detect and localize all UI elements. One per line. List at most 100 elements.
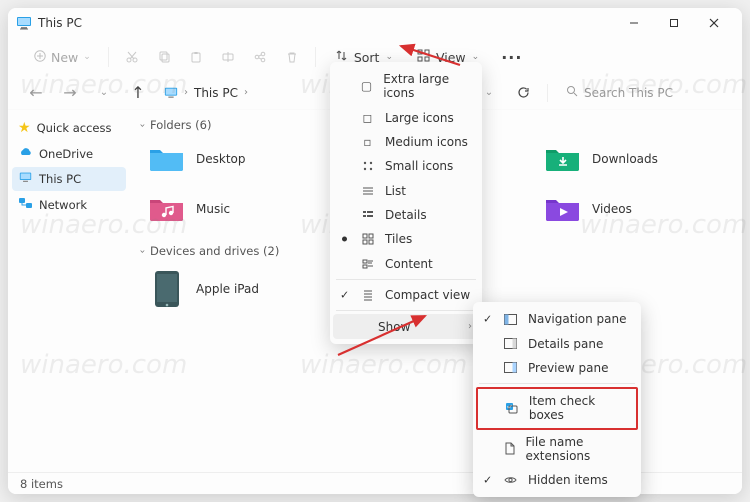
pane-icon	[503, 338, 518, 349]
folder-tile-music[interactable]: Music	[142, 188, 332, 230]
drive-tile-ipad[interactable]: Apple iPad	[142, 264, 342, 314]
check-icon: ✓	[483, 313, 492, 326]
search-input[interactable]: Search This PC	[558, 80, 728, 106]
menu-item-label: Details	[385, 208, 427, 222]
nav-forward-button[interactable]: →	[56, 80, 84, 106]
plus-icon	[34, 50, 46, 65]
paste-button[interactable]	[184, 45, 208, 69]
folder-icon	[544, 192, 582, 226]
refresh-button[interactable]	[509, 80, 537, 106]
titlebar: This PC	[8, 8, 742, 38]
maximize-button[interactable]	[654, 9, 694, 37]
folder-label: Videos	[592, 202, 632, 216]
folder-tile-desktop[interactable]: Desktop	[142, 138, 332, 180]
chevron-down-icon: ⌄	[472, 52, 480, 62]
sidebar-item-network[interactable]: Network	[12, 193, 126, 217]
menu-separator	[479, 383, 635, 384]
menu-item-label: Large icons	[385, 111, 454, 125]
menu-item-label: Details pane	[528, 337, 603, 351]
folder-label: Desktop	[196, 152, 246, 166]
menu-item-label: Hidden items	[528, 473, 608, 487]
menu-item-compact-view[interactable]: ✓ Compact view	[330, 283, 482, 307]
menu-item-navigation-pane[interactable]: ✓Navigation pane	[473, 307, 641, 331]
sidebar: ★ Quick access OneDrive This PC Network	[8, 110, 130, 472]
menu-item-label: File name extensions	[526, 435, 631, 463]
menu-item-label: Item check boxes	[529, 394, 626, 422]
menu-item-list[interactable]: List	[330, 179, 482, 203]
check-icon: ✓	[483, 474, 492, 487]
folder-tile-videos[interactable]: Videos	[538, 188, 728, 230]
close-button[interactable]	[694, 9, 734, 37]
chevron-right-icon: ›	[184, 87, 188, 98]
check-icon: ✓	[340, 289, 349, 302]
menu-item-label: Medium icons	[385, 135, 468, 149]
sidebar-item-this-pc[interactable]: This PC	[12, 167, 126, 191]
menu-item-medium-icons[interactable]: ▫ Medium icons	[330, 130, 482, 154]
menu-item-preview-pane[interactable]: Preview pane	[473, 356, 641, 380]
pane-icon	[503, 362, 518, 373]
folder-icon	[148, 142, 186, 176]
menu-item-label: Show	[378, 320, 410, 334]
menu-item-extra-large-icons[interactable]: ▢Extra large icons	[330, 67, 482, 105]
this-pc-icon	[18, 171, 33, 187]
chevron-down-icon: ›	[137, 249, 148, 253]
menu-item-label: List	[385, 184, 406, 198]
share-button[interactable]	[248, 45, 272, 69]
bullet-icon	[342, 237, 347, 242]
menu-item-large-icons[interactable]: ◻ Large icons	[330, 105, 482, 129]
more-button[interactable]: ···	[493, 43, 530, 72]
menu-item-details[interactable]: Details	[330, 203, 482, 227]
minimize-button[interactable]	[614, 9, 654, 37]
sidebar-item-label: Network	[39, 198, 87, 212]
copy-button[interactable]	[152, 45, 176, 69]
compact-icon	[360, 289, 375, 301]
menu-item-content[interactable]: Content	[330, 252, 482, 276]
delete-button[interactable]	[280, 45, 304, 69]
folder-tile-downloads[interactable]: Downloads	[538, 138, 728, 180]
separator	[108, 47, 109, 67]
rename-button[interactable]	[216, 45, 240, 69]
menu-item-label: Compact view	[385, 288, 470, 302]
menu-item-item-check-boxes[interactable]: Item check boxes	[476, 387, 638, 429]
menu-separator	[336, 279, 476, 280]
checkbox-icon	[505, 402, 519, 414]
chevron-down-icon: ⌄	[385, 52, 393, 62]
new-button[interactable]: New ⌄	[26, 45, 99, 70]
nav-up-button[interactable]: ↑	[124, 80, 152, 106]
grid-icon	[360, 160, 375, 172]
menu-item-hidden-items[interactable]: ✓ Hidden items	[473, 468, 641, 492]
folders-header-label: Folders (6)	[150, 118, 211, 132]
drive-label: Apple iPad	[196, 282, 259, 296]
sidebar-item-label: Quick access	[37, 121, 112, 135]
breadcrumb-location: This PC	[194, 86, 238, 100]
grid-icon: ◻	[360, 111, 375, 125]
cloud-icon	[18, 146, 33, 161]
cut-button[interactable]	[120, 45, 144, 69]
menu-item-tiles[interactable]: Tiles	[330, 227, 482, 251]
folder-icon	[148, 192, 186, 226]
menu-item-small-icons[interactable]: Small icons	[330, 154, 482, 178]
sidebar-item-onedrive[interactable]: OneDrive	[12, 142, 126, 165]
menu-item-details-pane[interactable]: Details pane	[473, 331, 641, 355]
sidebar-item-label: This PC	[39, 172, 81, 186]
this-pc-icon	[164, 86, 178, 100]
menu-item-label: Extra large icons	[383, 72, 472, 100]
list-icon	[360, 185, 375, 197]
sidebar-item-quick-access[interactable]: ★ Quick access	[12, 116, 126, 140]
menu-item-label: Tiles	[385, 232, 412, 246]
file-icon	[503, 442, 516, 455]
menu-item-file-name-extensions[interactable]: File name extensions	[473, 430, 641, 468]
eye-icon	[503, 475, 518, 485]
drives-header-label: Devices and drives (2)	[150, 244, 279, 258]
folder-label: Downloads	[592, 152, 658, 166]
menu-item-label: Content	[385, 257, 433, 271]
chevron-down-icon: ›	[137, 123, 148, 127]
network-icon	[18, 197, 33, 213]
window-title: This PC	[38, 16, 82, 30]
grid-icon: ▫	[360, 135, 375, 149]
chevron-down-icon[interactable]: ⌄	[90, 80, 118, 106]
folder-icon	[544, 142, 582, 176]
menu-item-label: Small icons	[385, 159, 453, 173]
nav-back-button[interactable]: ←	[22, 80, 50, 106]
menu-item-show[interactable]: Show›	[333, 314, 479, 338]
